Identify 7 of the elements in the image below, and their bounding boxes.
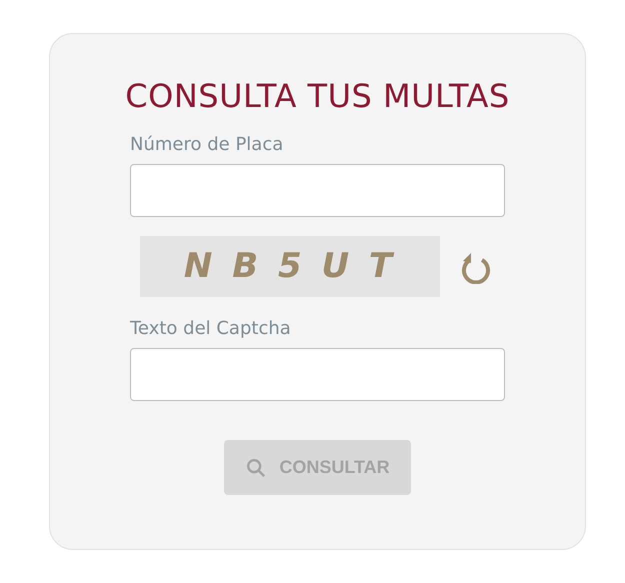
input-field[interactable] <box>130 164 505 217</box>
field-label: Texto del Captcha <box>130 317 291 341</box>
field-label: Número de Placa <box>130 133 284 157</box>
search-icon <box>245 456 268 478</box>
form-title: CONSULTA TUS MULTAS <box>125 76 510 116</box>
captcha-text: N B 5 U T <box>184 245 396 288</box>
input-field[interactable] <box>130 348 505 401</box>
